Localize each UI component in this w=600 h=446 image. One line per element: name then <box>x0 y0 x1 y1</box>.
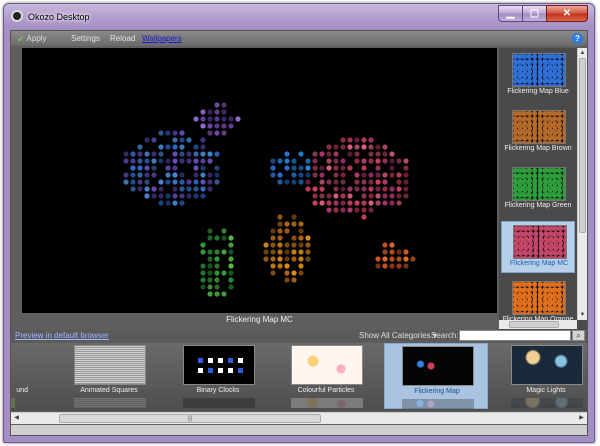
variant-thumbnail <box>512 53 566 87</box>
scroll-thumb[interactable] <box>579 58 586 233</box>
gallery-item[interactable]: und <box>11 343 30 409</box>
wallpaper-gallery: und Animated Squares Binary Clocks Colourfu… <box>11 343 587 411</box>
help-icon[interactable]: ? <box>572 33 583 44</box>
gallery-reflection <box>183 398 255 408</box>
variant-item[interactable]: Flickering Map MC <box>501 221 575 273</box>
wallpapers-link[interactable]: Wallpapers <box>142 34 182 43</box>
variant-thumbnail <box>513 225 567 259</box>
gallery-scroll-thumb[interactable]: ||| <box>59 414 321 423</box>
status-strip <box>11 425 587 435</box>
gallery-reflection <box>291 398 363 408</box>
gallery-thumbnail <box>291 345 363 385</box>
gallery-scrollbar[interactable]: ◀ ||| ▶ <box>11 412 587 424</box>
gallery-reflection <box>402 399 474 409</box>
flickering-world-map <box>123 102 416 297</box>
title-bar[interactable]: Okozo Desktop ▁ ▢ ✕ <box>4 4 594 30</box>
variant-label: Flickering Map MC <box>509 260 569 267</box>
variant-item[interactable]: Flickering Map Brown <box>501 107 575 159</box>
gallery-label: Binary Clocks <box>196 387 240 394</box>
scroll-up-icon[interactable]: ▲ <box>578 48 587 58</box>
variant-label: Flickering Map Blue <box>507 88 569 95</box>
variant-label: Flickering Map Green <box>504 202 572 209</box>
gallery-label: Magic Lights <box>526 387 566 394</box>
variant-thumbnail <box>512 110 566 144</box>
variant-list: Flickering Map Blue Flickering Map Brown F… <box>499 48 587 330</box>
reload-button[interactable]: Reload <box>110 34 135 43</box>
preview-browser-link[interactable]: Preview in default browser <box>15 331 109 340</box>
variant-list-hscrollbar[interactable] <box>499 320 577 329</box>
gallery-item[interactable]: Animated Squares <box>57 343 161 409</box>
scroll-left-icon[interactable]: ◀ <box>11 413 22 424</box>
wallpaper-preview[interactable] <box>22 48 497 313</box>
variant-list-scrollbar[interactable]: ▲ ▼ <box>577 48 587 320</box>
gallery-thumbnail <box>74 345 146 385</box>
apply-button[interactable]: ✓ Apply <box>17 34 47 43</box>
gallery-label: und <box>16 387 28 394</box>
apply-label: Apply <box>26 34 47 43</box>
gallery-item[interactable]: Colourful Particles <box>274 343 378 409</box>
variant-item[interactable]: Flickering Map Green <box>501 164 575 216</box>
gallery-reflection <box>511 398 583 408</box>
minimize-button[interactable]: ▁ <box>498 5 522 22</box>
preview-caption: Flickering Map MC <box>226 315 293 324</box>
scroll-right-icon[interactable]: ▶ <box>576 413 587 424</box>
window-title: Okozo Desktop <box>28 12 90 22</box>
toolbar: ✓ Apply Settings Reload Wallpapers ? <box>11 31 587 46</box>
gallery-item[interactable]: Magic Lights <box>494 343 587 409</box>
browse-bar: Preview in default browser Show All Cate… <box>11 330 587 342</box>
category-dropdown[interactable]: Show All Categories ▾ <box>359 331 437 340</box>
app-icon <box>11 10 23 22</box>
settings-button[interactable]: Settings <box>71 34 100 43</box>
gallery-thumbnail <box>511 345 583 385</box>
gallery-label: Colourful Particles <box>297 387 355 394</box>
gallery-reflection <box>11 398 15 408</box>
scroll-down-icon[interactable]: ▼ <box>578 310 587 320</box>
category-value: Show All Categories <box>359 331 431 340</box>
gallery-label: Flickering Map <box>414 388 460 395</box>
gallery-thumbnail <box>183 345 255 385</box>
gallery-label: Animated Squares <box>80 387 138 394</box>
search-input[interactable] <box>459 330 571 341</box>
hscroll-thumb[interactable] <box>509 321 559 328</box>
variant-thumbnail <box>512 167 566 201</box>
close-button[interactable]: ✕ <box>546 5 588 22</box>
variant-thumbnail <box>512 281 566 315</box>
search-icon[interactable]: ⌕ <box>572 330 585 341</box>
check-icon: ✓ <box>17 33 25 44</box>
window-controls: ▁ ▢ ✕ <box>498 5 588 22</box>
gallery-thumbnail <box>402 346 474 386</box>
gallery-item[interactable]: Flickering Map <box>384 343 488 409</box>
app-window: Okozo Desktop ▁ ▢ ✕ ✓ Apply Settings Rel… <box>3 3 595 443</box>
variant-item[interactable]: Flickering Map Blue <box>501 50 575 102</box>
maximize-button[interactable]: ▢ <box>522 5 546 22</box>
gallery-item[interactable]: Binary Clocks <box>166 343 270 409</box>
gallery-reflection <box>74 398 146 408</box>
search-label: Search: <box>431 331 459 340</box>
variant-label: Flickering Map Brown <box>504 145 572 152</box>
client-area: ✓ Apply Settings Reload Wallpapers ? Fli… <box>10 30 588 436</box>
